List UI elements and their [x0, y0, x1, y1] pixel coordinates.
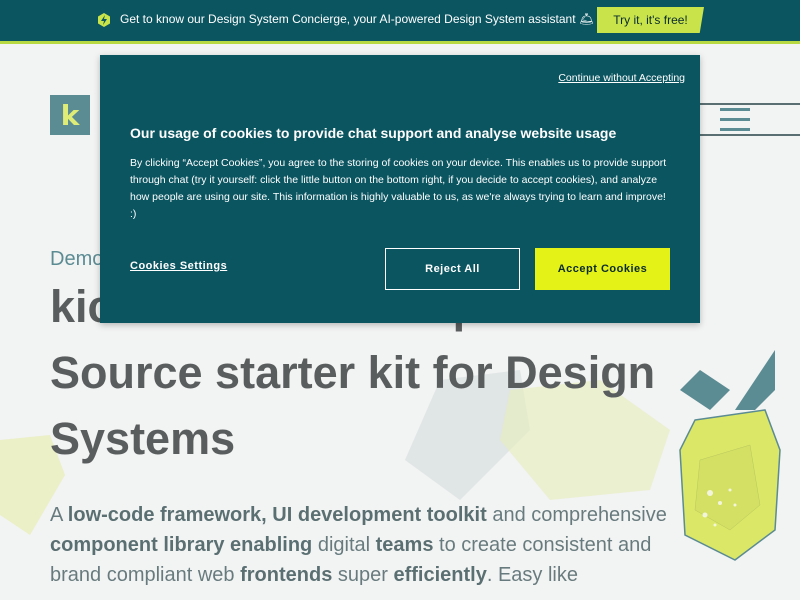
announcement-message: Get to know our Design System Concierge,… [120, 12, 595, 26]
reject-all-button[interactable]: Reject All [385, 248, 520, 290]
continue-without-accepting-link[interactable]: Continue without Accepting [558, 72, 685, 84]
cookie-description: By clicking “Accept Cookies”, you agree … [130, 157, 667, 220]
accept-cookies-button[interactable]: Accept Cookies [535, 248, 670, 290]
bolt-icon [98, 13, 110, 27]
cookies-settings-link[interactable]: Cookies Settings [130, 260, 227, 272]
cookie-consent-dialog: Continue without Accepting Our usage of … [100, 55, 700, 323]
announcement-bar: Get to know our Design System Concierge,… [0, 0, 800, 41]
cookie-title: Our usage of cookies to provide chat sup… [130, 125, 617, 141]
try-it-button[interactable]: Try it, it's free! [597, 7, 704, 33]
